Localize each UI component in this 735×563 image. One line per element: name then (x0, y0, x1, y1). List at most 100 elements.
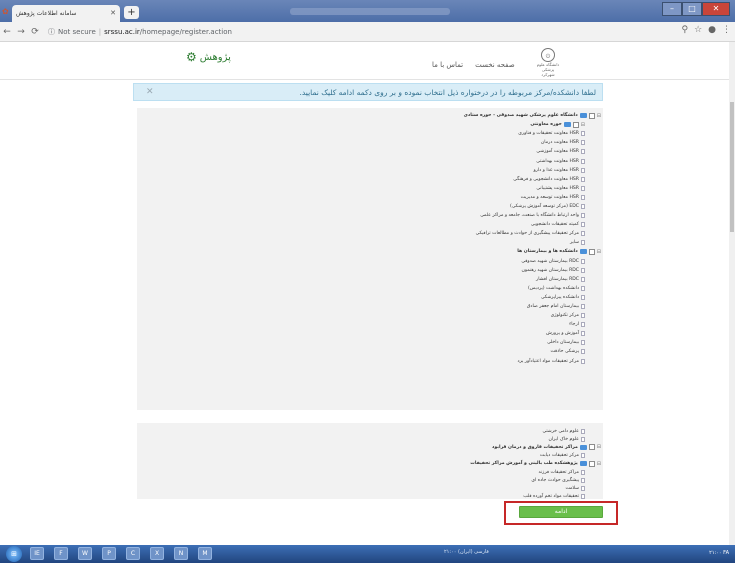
minimize-button[interactable]: – (662, 2, 682, 16)
tree-node[interactable]: HSR معاونت غذا و دارو (464, 166, 601, 175)
nav-home-link[interactable]: صفحه نخست (475, 61, 515, 69)
tree-node[interactable]: HSR معاونت پشتیبانی (464, 184, 601, 193)
taskbar-app-icon[interactable]: W (78, 547, 92, 560)
tree-node[interactable]: دانشکده پیراپزشکی (464, 293, 601, 302)
tree-node[interactable]: بیمارستان داخلی (464, 338, 601, 347)
back-icon[interactable]: ← (0, 27, 14, 37)
taskbar-app-icon[interactable]: P (102, 547, 116, 560)
tree-node[interactable]: علوم خاک ایران (470, 435, 601, 443)
tree-node-label[interactable]: پزشکی حاذقت (551, 349, 579, 354)
zoom-icon[interactable]: ⚲ (681, 25, 688, 35)
tree-node[interactable]: مرکز تکنولوژی (464, 311, 601, 320)
start-button[interactable]: ⊞ (6, 546, 22, 562)
expand-toggle-icon[interactable]: ⊟ (597, 249, 601, 255)
taskbar-app-icon[interactable]: IE (30, 547, 44, 560)
new-tab-button[interactable]: + (124, 6, 139, 19)
tree-node[interactable]: ⊟ مراکز تحقیقات فاروق و درمان فرابود (470, 443, 601, 451)
tree-node-label[interactable]: واحد ارتباط دانشگاه با صنعت، جامعه و مرا… (480, 213, 579, 218)
tree-node[interactable]: علوم دامی خرشتی (470, 427, 601, 435)
taskbar-app-icon[interactable]: F (54, 547, 68, 560)
tree-node[interactable]: HSR معاونت آموزشی (464, 147, 601, 156)
tree-node[interactable]: کمیته تحقیقات دانشجویی (464, 220, 601, 229)
tree-node[interactable]: ⊟ دانشگاه علوم پزشکی شهید صدوقی - حوزه ست… (464, 111, 601, 120)
tree-node[interactable]: مرکز تحقیقات پیشگیری از حوادث و مطالعات … (464, 229, 601, 238)
tree-node-label[interactable]: HSR معاونت دانشجویی و فرهنگی (513, 177, 579, 182)
tree-node-label[interactable]: HSR معاونت درمان (541, 140, 579, 145)
taskbar-app-icon[interactable]: N (174, 547, 188, 560)
tree-node[interactable]: HSR معاونت درمان (464, 138, 601, 147)
node-checkbox[interactable] (588, 112, 595, 119)
tree-node[interactable]: ⊟ حوزه معاونتی (464, 120, 601, 129)
tree-node[interactable]: سلامت (470, 484, 601, 492)
tree-node[interactable]: HSR معاونت بهداشتی (464, 156, 601, 165)
tree-node[interactable]: ارجاء (464, 320, 601, 329)
taskbar-app-icon[interactable]: X (150, 547, 164, 560)
tree-node-label[interactable]: دانشکده ها و بیمارستان ها (517, 249, 578, 254)
tree-node-label[interactable]: HSR معاونت آموزشی (536, 149, 579, 154)
tree-node[interactable]: بیمارستان امام جعفر صادق (464, 302, 601, 311)
tree-node[interactable]: EDC (مرکز توسعه آموزش پزشکی) (464, 202, 601, 211)
tree-node-label[interactable]: مراکز تحقیقات فاروق و درمان فرابود (492, 445, 578, 450)
tree-node-label[interactable]: HSR معاونت تحقیقات و فناوری (518, 131, 579, 136)
tree-node[interactable]: پیشگیری حوادث جاده ای (470, 476, 601, 484)
tree-node[interactable]: دانشکده بهداشت (پردیس) (464, 284, 601, 293)
tree-node-label[interactable]: دانشکده بهداشت (پردیس) (528, 286, 579, 291)
taskbar-app-icon[interactable]: M (198, 547, 212, 560)
scrollbar-thumb[interactable] (730, 102, 734, 232)
continue-button[interactable]: ادامه (519, 506, 603, 518)
tree-node-label[interactable]: RDC بیمارستان شهید صدوقی (521, 259, 579, 264)
reload-icon[interactable]: ⟳ (28, 27, 42, 37)
tree-node-label[interactable]: HSR معاونت پشتیبانی (536, 186, 579, 191)
tree-node[interactable]: مرکز تحقیقات دیابت (470, 452, 601, 460)
node-checkbox[interactable] (588, 460, 595, 467)
taskbar-app-icon[interactable]: C (126, 547, 140, 560)
tree-node[interactable]: مرکز تحقیقات مواد اعتیادآور یزد (464, 357, 601, 366)
tree-node-label[interactable]: ارجاء (569, 322, 579, 327)
tree-node-label[interactable]: پیشگیری حوادث جاده ای (531, 478, 579, 483)
tree-node[interactable]: RDC بیمارستان شهید رهنمون (464, 266, 601, 275)
nav-contact-link[interactable]: تماس با ما (432, 61, 463, 69)
tree-node-label[interactable]: علوم دامی خرشتی (543, 429, 579, 434)
maximize-button[interactable]: □ (682, 2, 702, 16)
tree-node-label[interactable]: RDC بیمارستان شهید رهنمون (522, 268, 579, 273)
tree-node[interactable]: RDC بیمارستان شهید صدوقی (464, 257, 601, 266)
research-logo[interactable]: پژوهش ⚙ (186, 50, 231, 64)
address-bar[interactable]: ⓘ Not secure | srssu.ac.ir /homepage/reg… (48, 27, 232, 37)
forward-icon[interactable]: → (14, 27, 28, 37)
expand-toggle-icon[interactable]: ⊟ (597, 113, 601, 119)
tree-node-label[interactable]: HSR معاونت بهداشتی (536, 159, 579, 164)
tree-node-label[interactable]: دانشکده پیراپزشکی (541, 295, 579, 300)
tree-node-label[interactable]: دانشگاه علوم پزشکی شهید صدوقی - حوزه ستا… (464, 113, 578, 118)
node-checkbox[interactable] (588, 444, 595, 451)
window-close-button[interactable]: ✕ (702, 2, 730, 16)
tree-node-label[interactable]: RDC بیمارستان افشار (536, 277, 579, 282)
tree-node[interactable]: RDC بیمارستان افشار (464, 275, 601, 284)
tree-node-label[interactable]: بیمارستان امام جعفر صادق (527, 304, 579, 309)
alert-close-icon[interactable]: ✕ (146, 87, 154, 97)
tree-node[interactable]: HSR معاونت توسعه و مدیریت (464, 193, 601, 202)
expand-toggle-icon[interactable]: ⊟ (581, 122, 585, 128)
bookmark-star-icon[interactable]: ☆ (694, 25, 702, 35)
tree-node-label[interactable]: EDC (مرکز توسعه آموزش پزشکی) (510, 204, 579, 209)
tree-node[interactable]: HSR معاونت تحقیقات و فناوری (464, 129, 601, 138)
tree-node-label[interactable]: بیمارستان داخلی (547, 340, 579, 345)
tree-node[interactable]: ⊟ پژوهشکده طب بالینی و آموزش مراکز تحقیقا… (470, 460, 601, 468)
university-logo[interactable]: ۞ دانشگاه علوم پزشکی شهرکرد (534, 48, 562, 77)
tree-node[interactable]: HSR معاونت دانشجویی و فرهنگی (464, 175, 601, 184)
tree-node-label[interactable]: سلامت (565, 486, 579, 491)
tree-node[interactable]: آموزش و پرورش (464, 329, 601, 338)
tree-node[interactable]: تحقیقات مواد تخم آورده قلب (470, 493, 601, 501)
expand-toggle-icon[interactable]: ⊟ (597, 444, 601, 450)
tree-node-label[interactable]: مرکز تحقیقات مواد اعتیادآور یزد (517, 359, 579, 364)
tree-node-label[interactable]: علوم خاک ایران (549, 437, 580, 442)
tree-node[interactable]: پزشکی حاذقت (464, 347, 601, 356)
browser-tab[interactable]: ✿ سامانه اطلاعات پژوهش ✕ (2, 5, 120, 22)
tree-node-label[interactable]: مراکز تحقیقات فرزند (538, 470, 579, 475)
node-checkbox[interactable] (588, 248, 595, 255)
tree-node-label[interactable]: مرکز تحقیقات دیابت (540, 453, 579, 458)
tab-close-icon[interactable]: ✕ (110, 9, 116, 17)
account-icon[interactable]: ● (708, 25, 716, 35)
tree-node-label[interactable]: حوزه معاونتی (530, 122, 561, 127)
tree-node[interactable]: ⊟ دانشکده ها و بیمارستان ها (464, 247, 601, 256)
tree-node-label[interactable]: HSR معاونت توسعه و مدیریت (521, 195, 579, 200)
